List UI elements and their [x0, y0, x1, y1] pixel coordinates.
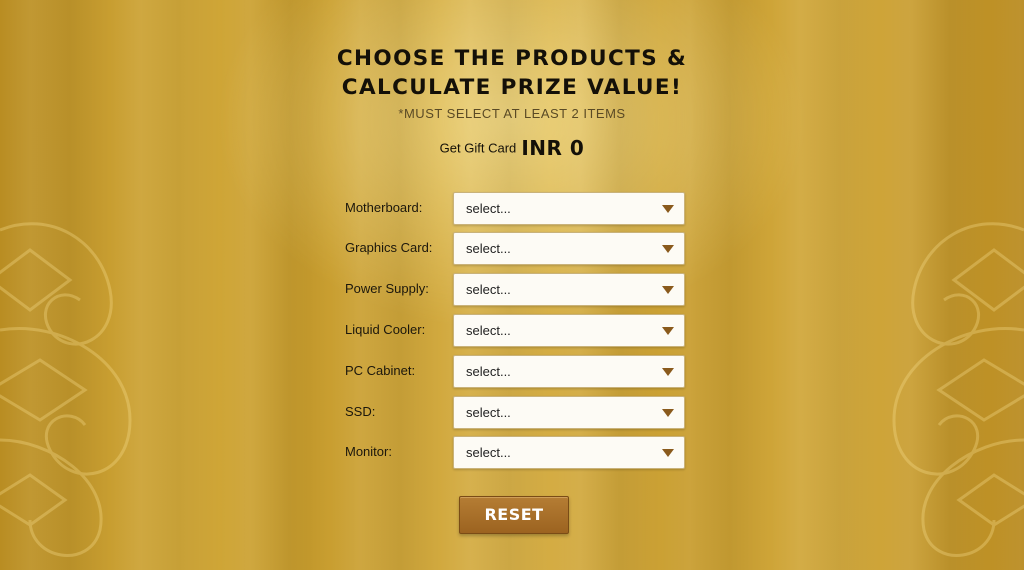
chevron-down-icon: [662, 286, 674, 294]
power-supply-select-value: select...: [466, 282, 511, 297]
chevron-down-icon: [662, 205, 674, 213]
ssd-label: SSD:: [345, 404, 376, 419]
chevron-down-icon: [662, 245, 674, 253]
power-supply-label: Power Supply:: [345, 281, 429, 296]
liquid-cooler-select-value: select...: [466, 323, 511, 338]
reset-button[interactable]: RESET: [459, 496, 569, 534]
form-row-graphics-card: Graphics Card: select...: [345, 232, 685, 265]
pc-cabinet-label: PC Cabinet:: [345, 363, 416, 378]
selection-requirement-note: *MUST SELECT AT LEAST 2 ITEMS: [398, 106, 626, 121]
pc-cabinet-select[interactable]: select...: [453, 355, 685, 388]
form-row-liquid-cooler: Liquid Cooler: select...: [345, 314, 685, 347]
chevron-down-icon: [662, 327, 674, 335]
form-row-power-supply: Power Supply: select...: [345, 273, 685, 306]
gift-card-summary: Get Gift Card INR 0: [0, 136, 1024, 160]
form-row-pc-cabinet: PC Cabinet: select...: [345, 355, 685, 388]
liquid-cooler-label: Liquid Cooler:: [345, 322, 426, 337]
gift-card-label: Get Gift Card: [439, 140, 517, 156]
ornament-left-decoration: [0, 222, 132, 557]
form-row-ssd: SSD: select...: [345, 396, 685, 429]
monitor-select-value: select...: [466, 445, 511, 460]
graphics-card-select-value: select...: [466, 241, 511, 256]
ornament-right-decoration: [892, 222, 1024, 557]
form-row-motherboard: Motherboard: select...: [345, 192, 685, 225]
liquid-cooler-select[interactable]: select...: [453, 314, 685, 347]
monitor-select[interactable]: select...: [453, 436, 685, 469]
chevron-down-icon: [662, 449, 674, 457]
graphics-card-label: Graphics Card:: [345, 240, 433, 255]
motherboard-label: Motherboard:: [345, 200, 423, 215]
page-title: CHOOSE THE PRODUCTS & CALCULATE PRIZE VA…: [0, 44, 1024, 102]
gift-card-amount: INR 0: [521, 136, 585, 160]
pc-cabinet-select-value: select...: [466, 364, 511, 379]
page-title-line-1: CHOOSE THE PRODUCTS &: [336, 46, 688, 71]
page-title-line-2: CALCULATE PRIZE VALUE!: [341, 75, 683, 100]
form-row-monitor: Monitor: select...: [345, 436, 685, 469]
chevron-down-icon: [662, 409, 674, 417]
ssd-select-value: select...: [466, 405, 511, 420]
motherboard-select-value: select...: [466, 201, 511, 216]
chevron-down-icon: [662, 368, 674, 376]
monitor-label: Monitor:: [345, 444, 392, 459]
motherboard-select[interactable]: select...: [453, 192, 685, 225]
ssd-select[interactable]: select...: [453, 396, 685, 429]
power-supply-select[interactable]: select...: [453, 273, 685, 306]
graphics-card-select[interactable]: select...: [453, 232, 685, 265]
